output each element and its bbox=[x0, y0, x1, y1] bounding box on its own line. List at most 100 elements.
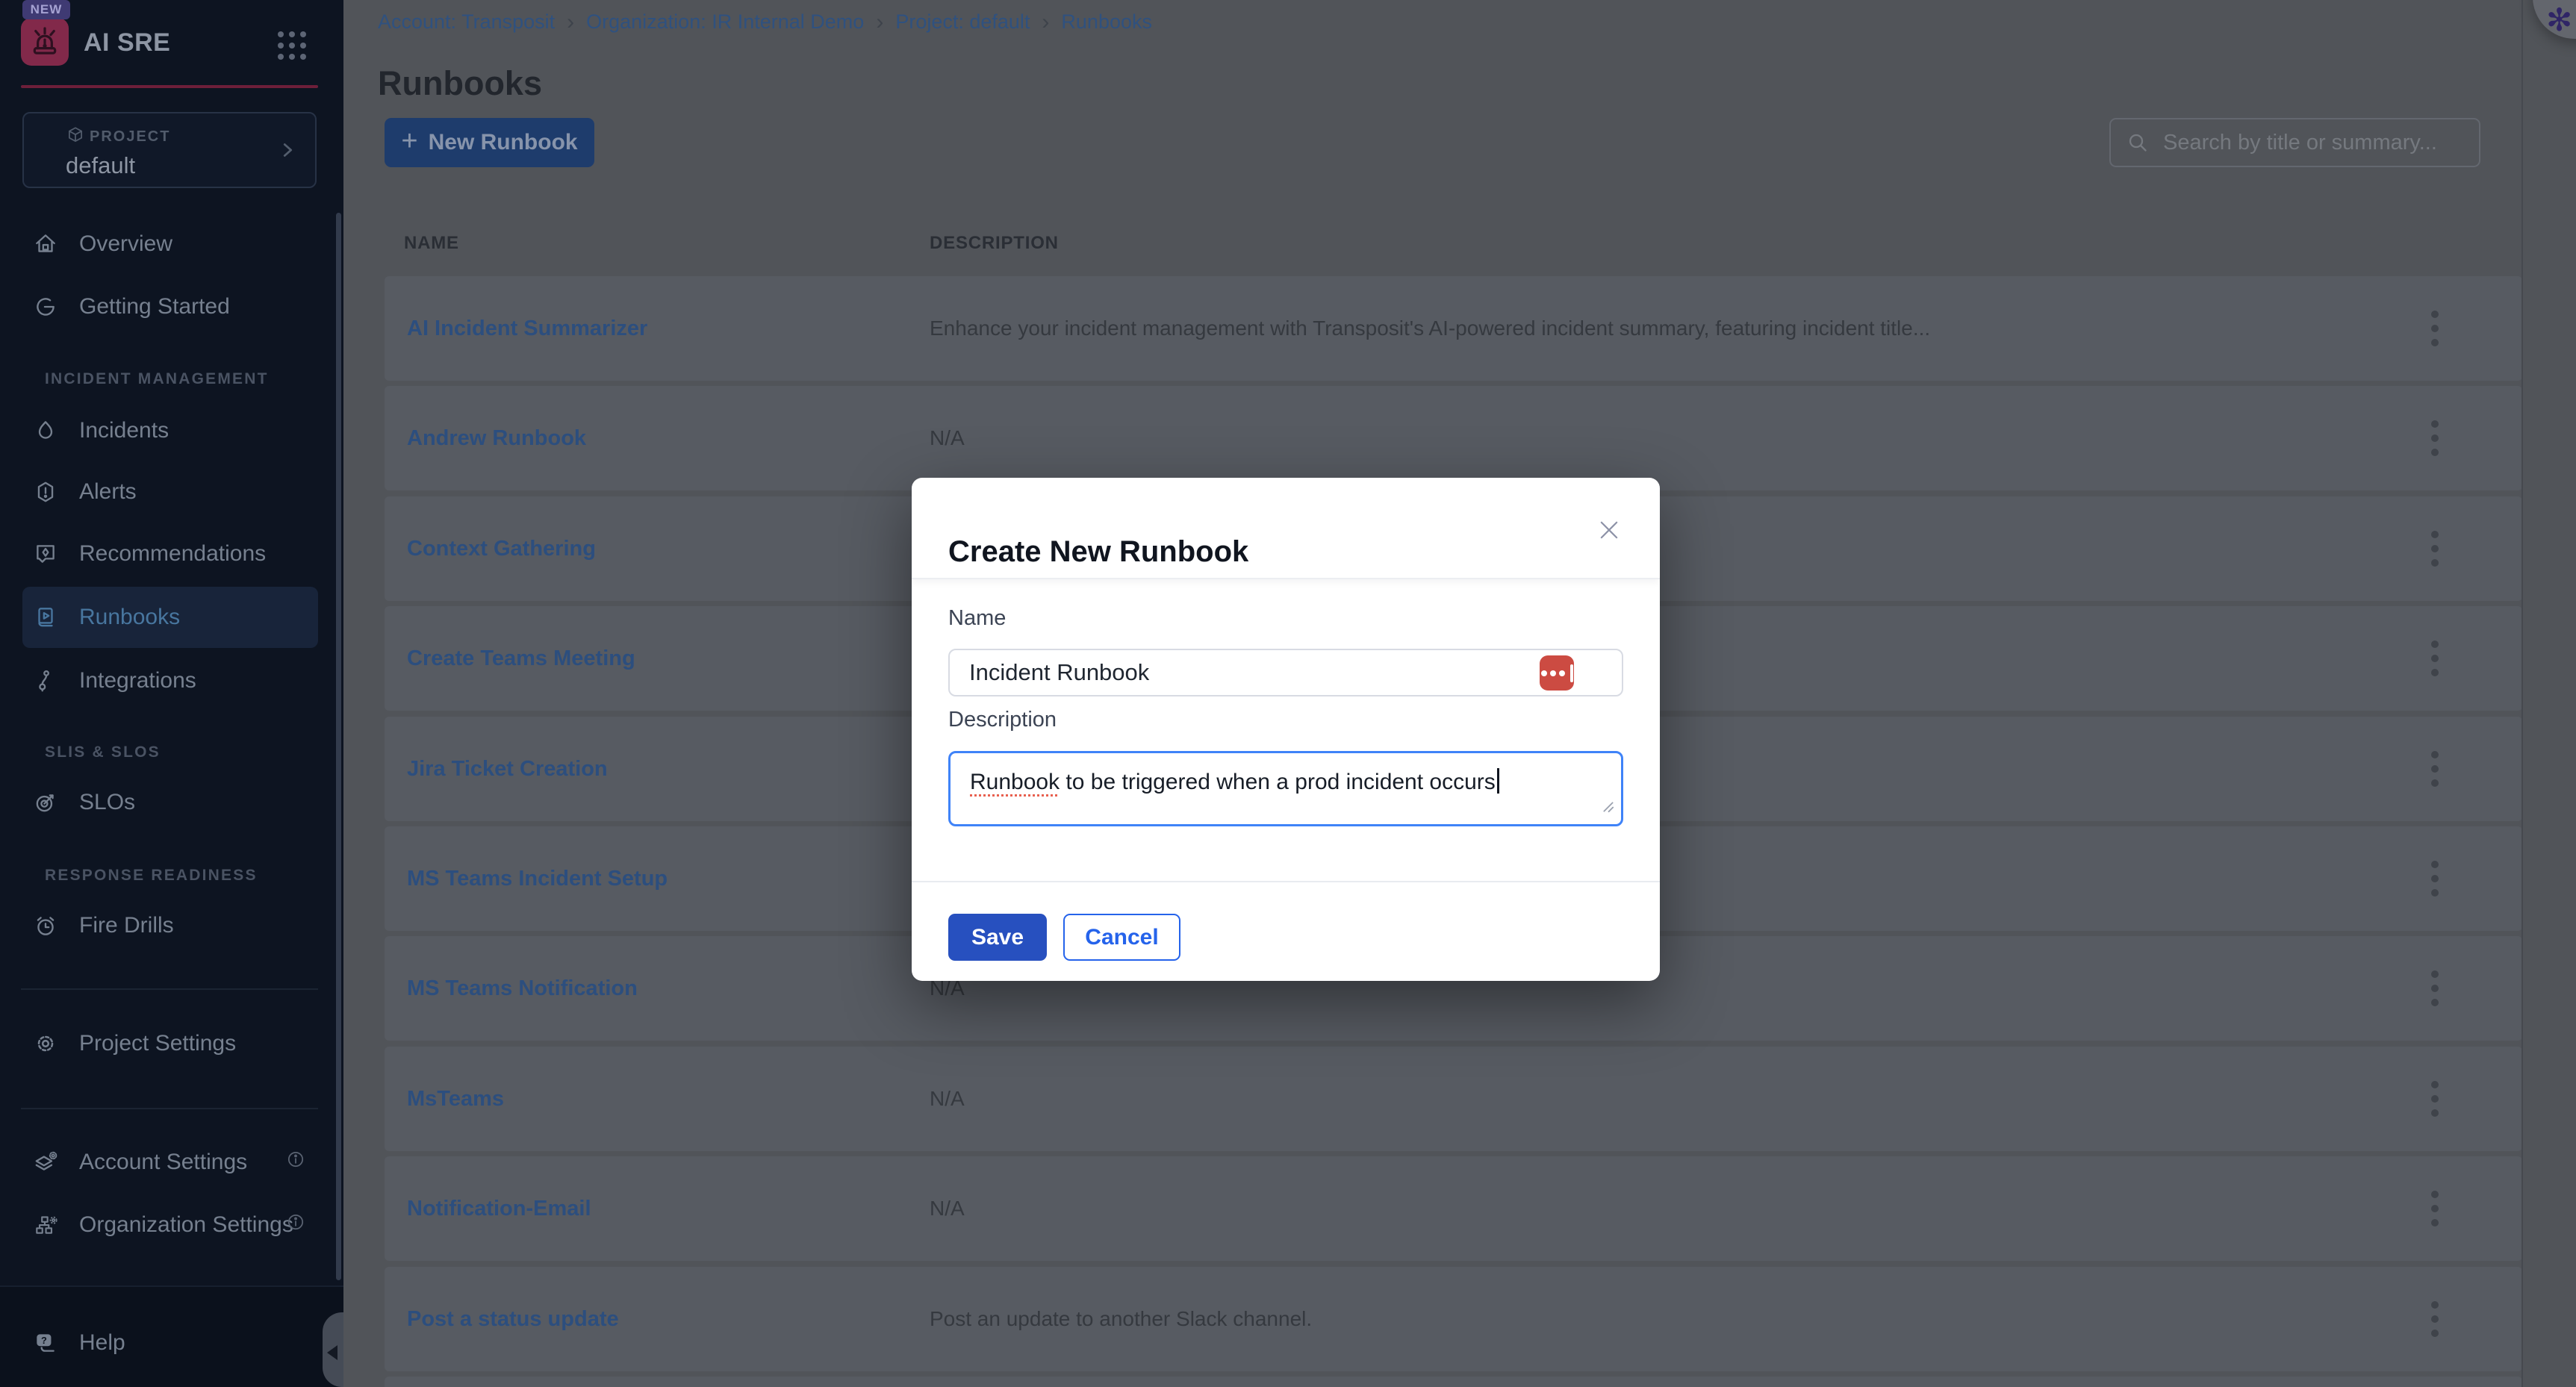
runbook-description-textarea[interactable]: Runbook to be triggered when a prod inci… bbox=[948, 751, 1623, 826]
runbook-name-input[interactable] bbox=[948, 649, 1623, 696]
plus-icon: + bbox=[401, 125, 417, 158]
collapse-arrow-icon bbox=[327, 1345, 337, 1360]
sidebar-scrollbar[interactable] bbox=[336, 213, 341, 1280]
project-selector[interactable]: PROJECT default bbox=[22, 112, 317, 188]
runbook-name-link[interactable]: MS Teams Incident Setup bbox=[407, 826, 668, 931]
scroll-gutter-divider bbox=[2521, 0, 2523, 1387]
sidebar-item-overview[interactable]: Overview bbox=[22, 213, 318, 275]
sidebar-divider bbox=[21, 988, 318, 990]
chevron-right-icon bbox=[276, 139, 299, 165]
sidebar-item-getting-started[interactable]: Getting Started bbox=[22, 276, 318, 337]
sidebar: NEW AI SRE PROJECT default bbox=[0, 0, 343, 1387]
sidebar-item-help[interactable]: ? Help bbox=[22, 1312, 318, 1374]
modal-footer-divider bbox=[912, 881, 1660, 882]
table-row: MsTeams N/A bbox=[385, 1047, 2522, 1151]
new-runbook-button[interactable]: + New Runbook bbox=[385, 118, 594, 167]
table-row: Notification-Email N/A bbox=[385, 1156, 2522, 1261]
info-icon bbox=[285, 1149, 306, 1176]
password-manager-autofill-icon[interactable] bbox=[1540, 655, 1574, 691]
sidebar-bottom-bar: ? Help bbox=[0, 1285, 343, 1387]
modal-header: Create New Runbook bbox=[912, 478, 1660, 579]
sidebar-item-organization-settings[interactable]: Organization Settings bbox=[22, 1194, 318, 1256]
row-menu-kebab-icon[interactable] bbox=[2418, 1295, 2451, 1343]
apps-grid-icon[interactable] bbox=[278, 31, 308, 61]
cancel-button[interactable]: Cancel bbox=[1063, 914, 1180, 961]
row-menu-kebab-icon[interactable] bbox=[2418, 525, 2451, 573]
runbook-name-link[interactable]: Jira Ticket Creation bbox=[407, 717, 608, 821]
project-value: default bbox=[66, 152, 135, 179]
runbook-name-link[interactable]: Post a status update bbox=[407, 1267, 619, 1371]
row-menu-kebab-icon[interactable] bbox=[2418, 635, 2451, 682]
runbook-name-link[interactable]: Context Gathering bbox=[407, 496, 596, 601]
section-slis-slos: SLIS & SLOS bbox=[45, 744, 161, 761]
sidebar-collapse-button[interactable] bbox=[323, 1312, 343, 1387]
row-menu-kebab-icon[interactable] bbox=[2418, 1185, 2451, 1232]
description-field-label: Description bbox=[948, 708, 1057, 732]
sidebar-item-incidents[interactable]: Incidents bbox=[22, 400, 318, 461]
runbook-description: Post an update to another Slack channel. bbox=[930, 1267, 1312, 1371]
sidebar-item-account-settings[interactable]: Account Settings bbox=[22, 1132, 318, 1193]
table-row: Andrew Runbook N/A bbox=[385, 386, 2522, 490]
breadcrumb-runbooks[interactable]: Runbooks bbox=[1061, 10, 1152, 34]
sidebar-item-slos[interactable]: SLOs bbox=[22, 772, 318, 833]
cube-icon bbox=[66, 125, 85, 149]
breadcrumb-account[interactable]: Account: Transposit bbox=[378, 10, 555, 34]
search-box bbox=[2109, 118, 2480, 167]
table-row-partial bbox=[385, 1377, 2522, 1387]
org-chart-gear-icon bbox=[33, 1212, 58, 1238]
flame-icon bbox=[33, 418, 58, 443]
help-chat-icon: ? bbox=[33, 1330, 58, 1356]
table-row: Post a status update Post an update to a… bbox=[385, 1267, 2522, 1371]
info-icon bbox=[285, 1212, 306, 1238]
runbook-name-link[interactable]: Andrew Runbook bbox=[407, 386, 586, 490]
flower-widget-icon: ✻ bbox=[2546, 1, 2572, 38]
alert-hexagon-icon bbox=[33, 479, 58, 505]
runbook-name-link[interactable]: AI Incident Summarizer bbox=[407, 276, 647, 381]
sidebar-item-runbooks[interactable]: Runbooks bbox=[22, 587, 318, 648]
search-icon bbox=[2126, 131, 2150, 155]
runbook-description: N/A bbox=[930, 1156, 965, 1261]
brand-divider bbox=[21, 85, 318, 88]
row-menu-kebab-icon[interactable] bbox=[2418, 305, 2451, 352]
feedback-widget-button[interactable]: ✻ bbox=[2533, 0, 2576, 39]
resize-handle-icon[interactable] bbox=[1602, 794, 1615, 820]
save-button[interactable]: Save bbox=[948, 914, 1047, 961]
target-icon bbox=[33, 790, 58, 815]
runbook-description: N/A bbox=[930, 386, 965, 490]
section-response-readiness: RESPONSE READINESS bbox=[45, 867, 258, 885]
breadcrumb-project[interactable]: Project: default bbox=[895, 10, 1030, 34]
column-header-name: NAME bbox=[404, 233, 459, 254]
breadcrumb: Account: Transposit › Organization: IR I… bbox=[378, 10, 1152, 34]
gear-icon bbox=[33, 1031, 58, 1056]
row-menu-kebab-icon[interactable] bbox=[2418, 414, 2451, 462]
modal-title: Create New Runbook bbox=[948, 535, 1248, 569]
app-screen: NEW AI SRE PROJECT default bbox=[0, 0, 2576, 1387]
breadcrumb-separator-icon: › bbox=[876, 12, 883, 32]
layers-gear-icon bbox=[33, 1150, 58, 1175]
runbook-name-link[interactable]: Create Teams Meeting bbox=[407, 606, 635, 711]
sidebar-item-alerts[interactable]: Alerts bbox=[22, 461, 318, 523]
close-icon[interactable] bbox=[1593, 514, 1625, 546]
breadcrumb-separator-icon: › bbox=[567, 12, 574, 32]
row-menu-kebab-icon[interactable] bbox=[2418, 964, 2451, 1012]
sidebar-item-integrations[interactable]: Integrations bbox=[22, 650, 318, 711]
home-icon bbox=[33, 231, 58, 257]
runbook-description: Enhance your incident management with Tr… bbox=[930, 276, 1930, 381]
runbook-name-link[interactable]: Notification-Email bbox=[407, 1156, 591, 1261]
section-incident-management: INCIDENT MANAGEMENT bbox=[45, 370, 269, 388]
row-menu-kebab-icon[interactable] bbox=[2418, 855, 2451, 903]
sidebar-item-fire-drills[interactable]: Fire Drills bbox=[22, 895, 318, 956]
runbook-name-link[interactable]: MsTeams bbox=[407, 1047, 504, 1151]
project-label: PROJECT bbox=[90, 128, 170, 146]
breadcrumb-organization[interactable]: Organization: IR Internal Demo bbox=[586, 10, 864, 34]
recommendation-bubble-icon bbox=[33, 541, 58, 567]
row-menu-kebab-icon[interactable] bbox=[2418, 1075, 2451, 1123]
table-row: AI Incident Summarizer Enhance your inci… bbox=[385, 276, 2522, 381]
runbook-name-link[interactable]: MS Teams Notification bbox=[407, 936, 638, 1041]
alarm-clock-icon bbox=[33, 913, 58, 938]
sidebar-item-recommendations[interactable]: Recommendations bbox=[22, 523, 318, 585]
search-input[interactable] bbox=[2162, 130, 2464, 156]
row-menu-kebab-icon[interactable] bbox=[2418, 745, 2451, 793]
page-title: Runbooks bbox=[378, 64, 542, 103]
sidebar-item-project-settings[interactable]: Project Settings bbox=[22, 1013, 318, 1074]
